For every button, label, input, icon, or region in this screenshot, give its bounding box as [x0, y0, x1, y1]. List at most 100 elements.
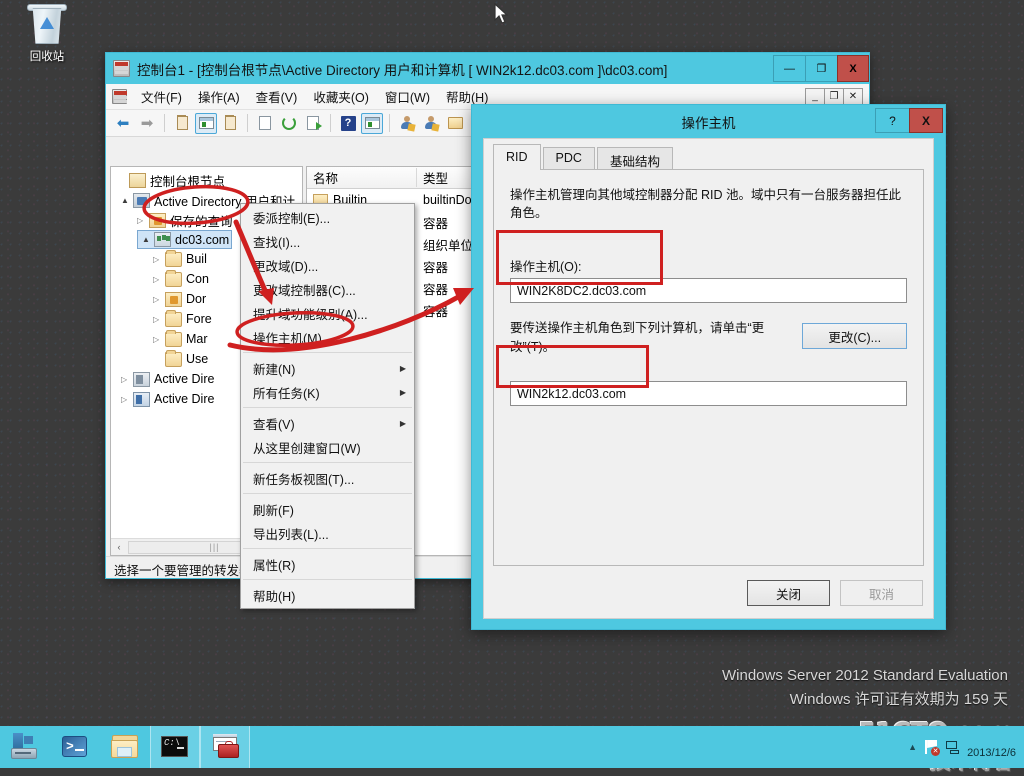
- tree-item-console-root[interactable]: 控制台根节点: [111, 170, 302, 190]
- menu-item-help[interactable]: 帮助(H): [241, 583, 414, 607]
- tree-label: Dor: [186, 292, 207, 306]
- mmc-title-bar[interactable]: 控制台1 - [控制台根节点\Active Directory 用户和计算机 […: [106, 53, 869, 84]
- up-one-level-icon[interactable]: [171, 113, 193, 134]
- help-button[interactable]: ?: [875, 108, 909, 133]
- menu-action[interactable]: 操作(A): [190, 85, 248, 108]
- tree-label: Active Dire: [154, 392, 215, 406]
- tree-label: Use: [186, 352, 209, 366]
- show-action-pane-icon[interactable]: [361, 112, 383, 134]
- action-center-flag-icon[interactable]: ✕: [923, 739, 941, 756]
- context-menu: 委派控制(E)... 查找(I)... 更改域(D)... 更改域控制器(C).…: [240, 203, 415, 609]
- mmc-window-controls: — ❐ X: [773, 53, 869, 84]
- clock[interactable]: 2013/12/6: [967, 734, 1016, 760]
- menu-separator: [243, 493, 412, 494]
- license-watermark: Windows Server 2012 Standard Evaluation …: [722, 664, 1008, 712]
- menu-item-view[interactable]: 查看(V) ▶: [241, 411, 414, 435]
- menu-item-label: 从这里创建窗口(W): [253, 441, 361, 456]
- expander-closed-icon[interactable]: ▷: [153, 335, 165, 344]
- menu-item-new-window-from-here[interactable]: 从这里创建窗口(W): [241, 435, 414, 459]
- expander-closed-icon[interactable]: ▷: [121, 375, 133, 384]
- dialog-title: 操作主机: [681, 115, 736, 131]
- close-button[interactable]: 关闭: [747, 580, 830, 606]
- expander-open-icon[interactable]: ▲: [142, 235, 154, 244]
- expander-closed-icon[interactable]: ▷: [153, 295, 165, 304]
- column-header-name[interactable]: 名称: [307, 168, 417, 187]
- back-icon[interactable]: ⬅: [112, 113, 134, 134]
- expander-closed-icon[interactable]: ▷: [153, 315, 165, 324]
- dialog-title-bar[interactable]: 操作主机 ? X: [472, 105, 945, 138]
- menu-item-change-domain-controller[interactable]: 更改域控制器(C)...: [241, 277, 414, 301]
- toolbar-separator-4: [389, 114, 390, 132]
- menu-item-properties[interactable]: 属性(R): [241, 552, 414, 576]
- tab-rid[interactable]: RID: [493, 144, 541, 170]
- change-button[interactable]: 更改(C)...: [802, 323, 907, 349]
- taskbar-button-file-explorer[interactable]: [100, 726, 150, 768]
- menu-separator: [243, 352, 412, 353]
- menu-item-all-tasks[interactable]: 所有任务(K) ▶: [241, 380, 414, 404]
- license-line-2: Windows 许可证有效期为 159 天: [789, 691, 1008, 708]
- expander-closed-icon[interactable]: ▷: [153, 275, 165, 284]
- tab-strip: RID PDC 基础结构: [484, 139, 933, 170]
- menu-item-operations-masters[interactable]: 操作主机(M)...: [241, 325, 414, 349]
- menu-window[interactable]: 窗口(W): [377, 85, 438, 108]
- desktop-icon-recycle-bin[interactable]: 回收站: [8, 4, 86, 64]
- toolbar-separator-3: [330, 114, 331, 132]
- console-icon: [113, 60, 130, 77]
- domain-icon: [154, 232, 171, 247]
- menu-item-export-list[interactable]: 导出列表(L)...: [241, 521, 414, 545]
- new-user-icon[interactable]: [396, 113, 418, 134]
- menu-item-label: 查看(V): [253, 417, 295, 432]
- menu-item-refresh[interactable]: 刷新(F): [241, 497, 414, 521]
- scroll-left-icon[interactable]: ‹: [111, 542, 127, 552]
- show-console-tree-icon[interactable]: [195, 112, 217, 134]
- menu-item-label: 新建(N): [253, 362, 296, 377]
- taskbar-button-command-prompt[interactable]: C:\: [150, 726, 200, 768]
- aduc-icon: [133, 192, 150, 208]
- cancel-button[interactable]: 取消: [840, 580, 923, 606]
- menu-item-label: 刷新(F): [253, 503, 294, 518]
- menu-view[interactable]: 查看(V): [248, 85, 306, 108]
- expander-closed-icon[interactable]: ▷: [137, 216, 149, 225]
- child-restore-button[interactable]: ❐: [824, 88, 844, 105]
- help-icon[interactable]: ?: [337, 113, 359, 134]
- menu-item-raise-domain-functional-level[interactable]: 提升域功能级别(A)...: [241, 301, 414, 325]
- new-ou-icon[interactable]: [444, 113, 466, 134]
- menu-item-new[interactable]: 新建(N) ▶: [241, 356, 414, 380]
- menu-item-new-taskpad-view[interactable]: 新任务板视图(T)...: [241, 466, 414, 490]
- refresh-icon[interactable]: [278, 113, 300, 134]
- list-view-icon[interactable]: [254, 113, 276, 134]
- expander-closed-icon[interactable]: ▷: [153, 255, 165, 264]
- minimize-button[interactable]: —: [773, 55, 805, 82]
- taskbar-button-server-manager[interactable]: [0, 726, 50, 768]
- forward-icon[interactable]: ➡: [136, 113, 158, 134]
- taskbar-button-mmc-console[interactable]: [200, 726, 250, 768]
- mmc-window-title: 控制台1 - [控制台根节点\Active Directory 用户和计算机 […: [137, 62, 668, 78]
- dialog-close-button[interactable]: X: [909, 108, 943, 133]
- child-minimize-button[interactable]: _: [805, 88, 825, 105]
- child-close-button[interactable]: ✕: [843, 88, 863, 105]
- menu-item-delegate-control[interactable]: 委派控制(E)...: [241, 205, 414, 229]
- menu-item-find[interactable]: 查找(I)...: [241, 229, 414, 253]
- dialog-window-controls: ? X: [875, 108, 943, 133]
- tab-infrastructure[interactable]: 基础结构: [596, 147, 673, 170]
- taskbar-button-powershell[interactable]: >: [50, 726, 100, 768]
- menu-file[interactable]: 文件(F): [133, 85, 190, 108]
- menu-separator: [243, 579, 412, 580]
- close-button[interactable]: X: [837, 55, 869, 82]
- tab-pdc[interactable]: PDC: [542, 147, 595, 170]
- target-computer-field[interactable]: WIN2k12.dc03.com: [510, 381, 907, 406]
- recycle-bin-icon: [25, 4, 69, 46]
- new-group-icon[interactable]: [420, 113, 442, 134]
- menu-item-change-domain[interactable]: 更改域(D)...: [241, 253, 414, 277]
- maximize-button[interactable]: ❐: [805, 55, 837, 82]
- transfer-instruction: 要传送操作主机角色到下列计算机，请单击“更改”(T)。: [510, 321, 765, 354]
- export-list-icon[interactable]: [302, 113, 324, 134]
- show-hidden-icons-icon[interactable]: ▲: [908, 742, 917, 752]
- expander-open-icon[interactable]: ▲: [121, 196, 133, 205]
- tree-label: Buil: [186, 252, 207, 266]
- menu-favorites[interactable]: 收藏夹(O): [305, 85, 377, 108]
- tree-item-dc03-domain[interactable]: ▲ dc03.com: [137, 230, 232, 249]
- expander-closed-icon[interactable]: ▷: [121, 395, 133, 404]
- network-icon[interactable]: [945, 739, 961, 755]
- properties-icon[interactable]: [219, 113, 241, 134]
